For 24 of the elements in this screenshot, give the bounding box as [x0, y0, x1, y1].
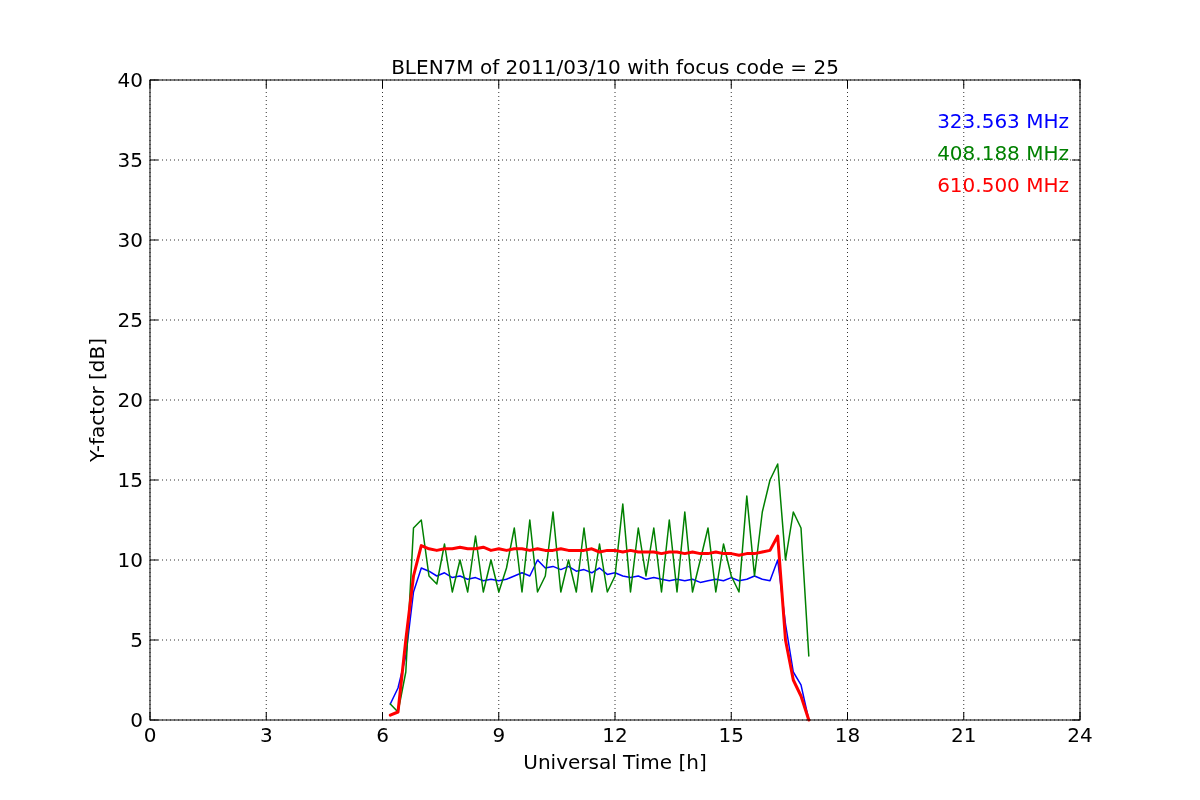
tick-label: 15: [718, 723, 744, 747]
tick-label: 3: [259, 723, 273, 747]
tick-label: 6: [376, 723, 389, 747]
legend-label: 610.500 MHz: [937, 173, 1069, 197]
tick-label: 5: [130, 628, 143, 652]
tick-label: 25: [117, 308, 143, 332]
tick-label: 10: [117, 548, 143, 572]
legend-label: 323.563 MHz: [937, 109, 1069, 133]
tick-label: 0: [143, 723, 157, 747]
tick-label: 35: [117, 148, 143, 172]
tick-label: 0: [130, 708, 143, 732]
tick-label: 21: [951, 723, 977, 747]
tick-label: 12: [602, 723, 628, 747]
chart-title: BLEN7M of 2011/03/10 with focus code = 25: [391, 55, 839, 79]
tick-label: 9: [492, 723, 506, 747]
legend-label: 408.188 MHz: [937, 141, 1069, 165]
tick-label: 20: [117, 388, 143, 412]
tick-label: 24: [1067, 723, 1093, 747]
axis-label: Y-factor [dB]: [85, 338, 109, 462]
tick-label: 15: [117, 468, 143, 492]
tick-label: 30: [117, 228, 143, 252]
axis-label: Universal Time [h]: [523, 750, 707, 774]
tick-label: 18: [834, 723, 861, 747]
tick-label: 40: [117, 68, 143, 92]
